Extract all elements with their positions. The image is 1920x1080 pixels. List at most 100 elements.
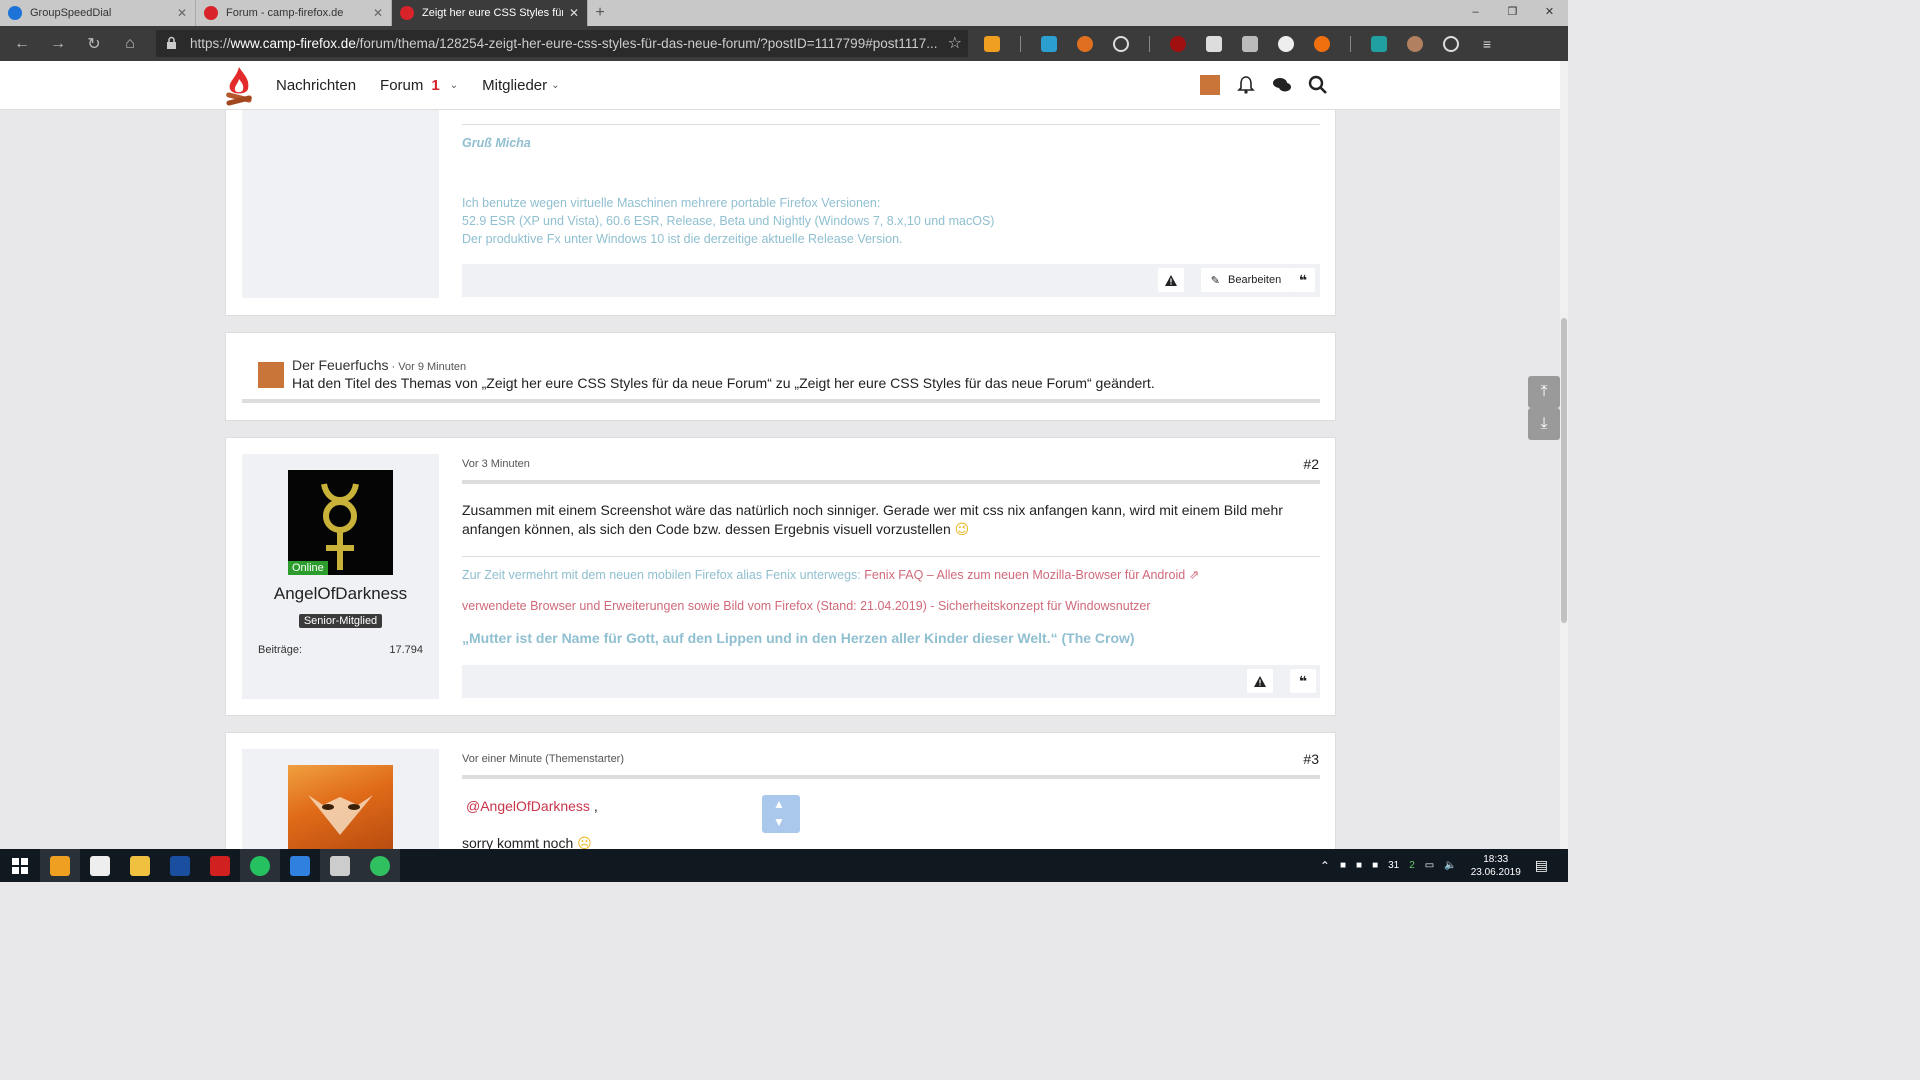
notice-author[interactable]: Der Feuerfuchs xyxy=(292,357,388,373)
browser-info-link[interactable]: verwendete Browser und Erweiterungen sow… xyxy=(462,599,927,613)
scrollbar-thumb[interactable] xyxy=(1561,318,1567,623)
tray-number[interactable]: 2 xyxy=(1409,860,1415,871)
scroll-arrows-widget[interactable]: ▲ ▼ xyxy=(762,795,800,833)
extension-star-icon[interactable] xyxy=(984,35,1000,52)
post-footer xyxy=(462,264,1320,297)
toolbar-separator xyxy=(1020,35,1021,52)
close-window-button[interactable]: ✕ xyxy=(1531,0,1568,26)
fenix-faq-link[interactable]: Fenix FAQ – Alles zum neuen Mozilla-Brow… xyxy=(864,568,1185,582)
conversations-icon[interactable] xyxy=(1272,75,1292,95)
signature-line: 52.9 ESR (XP und Vista), 60.6 ESR, Relea… xyxy=(462,214,995,228)
chat-icon[interactable] xyxy=(1278,35,1294,52)
undo-icon[interactable] xyxy=(1077,35,1093,52)
quote-button[interactable]: ❝ xyxy=(1291,268,1315,292)
post-author-sidebar xyxy=(242,749,439,850)
scroll-to-top-button[interactable]: ⤒ xyxy=(1528,376,1560,408)
user-avatar[interactable] xyxy=(1200,75,1220,95)
minimize-button[interactable]: – xyxy=(1457,0,1494,26)
security-icon[interactable]: ■ xyxy=(1340,860,1346,871)
firefox-icon[interactable] xyxy=(1314,35,1330,52)
restore-button[interactable]: ❐ xyxy=(1494,0,1531,26)
nav-news[interactable]: Nachrichten xyxy=(276,77,356,94)
tab-title: Forum - camp-firefox.de xyxy=(226,7,344,19)
forward-icon[interactable]: → xyxy=(40,35,76,53)
sync-icon[interactable] xyxy=(1371,35,1387,52)
save-icon[interactable] xyxy=(1041,35,1057,52)
chevron-up-icon[interactable]: ⌃ xyxy=(1320,859,1330,873)
post-time[interactable]: Vor 3 Minuten xyxy=(462,458,530,470)
power-icon xyxy=(50,855,70,876)
clock-icon[interactable] xyxy=(1113,35,1129,52)
new-tab-button[interactable]: + xyxy=(588,0,612,26)
user-avatar[interactable] xyxy=(288,765,393,850)
tray-number[interactable]: 31 xyxy=(1388,860,1399,871)
security-concept-link[interactable]: Sicherheitskonzept für Windowsnutzer xyxy=(938,599,1151,613)
taskbar-power-app[interactable] xyxy=(40,849,80,882)
taskbar-app[interactable] xyxy=(320,849,360,882)
user-avatar[interactable]: Online xyxy=(288,470,393,575)
post-mention-line: @AngelOfDarkness , xyxy=(466,797,598,816)
tab-title: Zeigt her eure CSS Styles für das xyxy=(422,7,563,19)
taskbar-calendar-app[interactable] xyxy=(80,849,120,882)
close-icon[interactable]: ✕ xyxy=(177,6,187,20)
quote-icon: ❝ xyxy=(1298,672,1308,689)
taskbar-app[interactable] xyxy=(280,849,320,882)
tv-icon xyxy=(210,855,230,876)
network-icon[interactable]: ▭ xyxy=(1425,860,1434,871)
puzzle-icon[interactable] xyxy=(1206,35,1222,52)
post-number[interactable]: #3 xyxy=(1303,751,1319,767)
close-icon[interactable]: ✕ xyxy=(569,6,579,20)
url-bar[interactable]: https://www.camp-firefox.de/forum/thema/… xyxy=(156,30,968,57)
report-button[interactable] xyxy=(1247,669,1273,693)
stat-label: Beiträge: xyxy=(258,644,303,656)
taskbar-tv-app[interactable] xyxy=(200,849,240,882)
taskbar-whatsapp-app[interactable] xyxy=(240,849,280,882)
reload-icon[interactable]: ↻ xyxy=(76,34,112,54)
edit-button[interactable]: ✎ Bearbeiten xyxy=(1201,268,1291,292)
close-icon[interactable]: ✕ xyxy=(373,6,383,20)
url-domain: www.camp-firefox.de xyxy=(230,36,356,51)
arrow-up-icon[interactable]: ▲ xyxy=(773,797,785,811)
taskbar-ndr-app[interactable] xyxy=(160,849,200,882)
post-number[interactable]: #2 xyxy=(1303,456,1319,472)
arrow-down-icon: ⤓ xyxy=(1540,415,1548,432)
camp-firefox-logo[interactable] xyxy=(224,65,254,107)
clock-time: 18:33 xyxy=(1483,853,1509,865)
menu-icon[interactable]: ≡ xyxy=(1479,36,1495,52)
extension-toolbar: ≡ xyxy=(984,26,1515,61)
quote-icon: ❝ xyxy=(1298,271,1308,288)
tray-app-icon[interactable]: ■ xyxy=(1356,860,1362,871)
notification-icon[interactable]: ▤ xyxy=(1535,857,1548,874)
tab-forum[interactable]: Forum - camp-firefox.de ✕ xyxy=(196,0,392,26)
tab-css-styles[interactable]: Zeigt her eure CSS Styles für das ✕ xyxy=(392,0,588,26)
bookmark-star-icon[interactable]: ☆ xyxy=(948,33,962,53)
home-icon[interactable]: ⌂ xyxy=(112,35,148,53)
arrow-down-icon[interactable]: ▼ xyxy=(773,815,785,829)
scroll-to-bottom-button[interactable]: ⤓ xyxy=(1528,408,1560,440)
post-time[interactable]: Vor einer Minute (Themenstarter) xyxy=(462,753,624,765)
nav-forum[interactable]: Forum 1 ⌄ xyxy=(380,77,458,94)
taskbar-firefox-app[interactable] xyxy=(360,849,400,882)
warning-icon xyxy=(1254,675,1266,687)
quote-button[interactable]: ❝ xyxy=(1290,669,1316,693)
search-icon[interactable] xyxy=(1308,75,1328,95)
bell-icon[interactable] xyxy=(1236,75,1256,95)
post-header-divider xyxy=(462,775,1320,779)
tab-groupspeeddial[interactable]: GroupSpeedDial ✕ xyxy=(0,0,196,26)
nav-members[interactable]: Mitglieder ⌄ xyxy=(482,77,559,94)
user-mention-link[interactable]: @AngelOfDarkness xyxy=(466,798,590,814)
download-icon[interactable] xyxy=(1242,35,1258,52)
report-button[interactable] xyxy=(1158,268,1184,292)
taskbar-explorer-app[interactable] xyxy=(120,849,160,882)
volume-icon[interactable]: 🔈 xyxy=(1444,860,1456,871)
start-button[interactable] xyxy=(0,849,40,882)
smiley-icon[interactable] xyxy=(1443,35,1459,52)
profile-avatar-icon[interactable] xyxy=(1407,35,1423,52)
user-avatar[interactable] xyxy=(258,362,284,388)
back-icon[interactable]: ← xyxy=(4,35,40,53)
post-card: Gruß Micha Ich benutze wegen virtuelle M… xyxy=(225,110,1336,316)
ublock-icon[interactable] xyxy=(1170,35,1186,52)
username[interactable]: AngelOfDarkness xyxy=(242,584,439,604)
clock[interactable]: 18:33 23.06.2019 xyxy=(1471,853,1521,879)
tray-app-icon[interactable]: ■ xyxy=(1372,860,1378,871)
